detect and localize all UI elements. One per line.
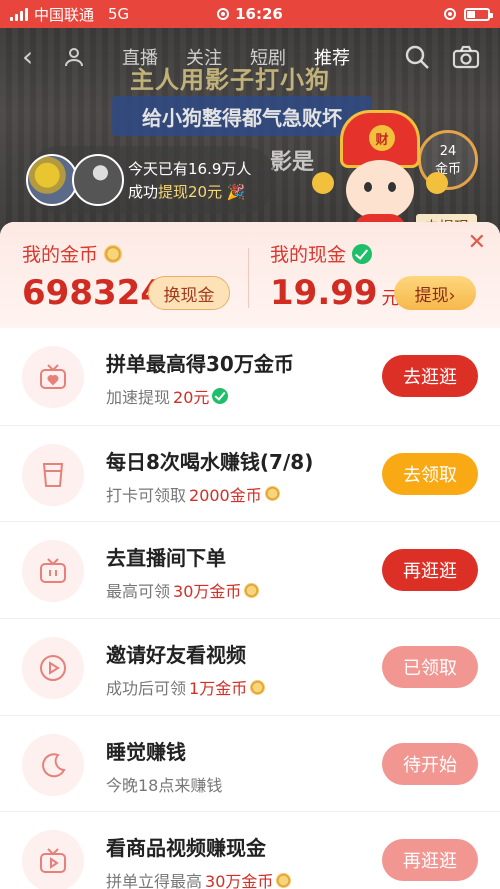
video-title: 主人用影子打小狗 (130, 66, 330, 94)
task-row: 睡觉赚钱今晚18点来赚钱 待开始 (0, 714, 500, 812)
task-action-button[interactable]: 去领取 (382, 452, 478, 495)
task-title: 拼单最高得30万金币 (106, 352, 294, 376)
coin-label: 我的金币 (22, 240, 164, 267)
tv-heart-icon (22, 346, 84, 408)
check-icon (212, 388, 229, 404)
back-icon[interactable]: ‹ (22, 43, 33, 71)
task-row: 去直播间下单最高可领 30万金币 再逛逛 (0, 521, 500, 618)
task-row: 看商品视频赚现金拼单立得最高 30万金币 再逛逛 (0, 811, 500, 889)
avatar (72, 154, 124, 206)
task-title: 睡觉赚钱 (106, 739, 186, 764)
mascot-badge: 财 (369, 125, 395, 151)
mascot-ear (426, 172, 448, 194)
task-subtitle: 成功后可领 1万金币 (106, 675, 266, 699)
search-icon[interactable] (404, 44, 430, 70)
coin-icon (244, 582, 260, 598)
task-list: 拼单最高得30万金币 加速提现 20元 去逛逛每日8次喝水赚钱(7/8) 打卡可领取 20… (0, 328, 500, 889)
cup-icon (22, 443, 84, 506)
status-right (444, 7, 493, 21)
check-icon (352, 243, 373, 264)
mascot-image: 财 (312, 110, 448, 238)
coin-icon (276, 872, 292, 888)
avatar (26, 154, 78, 206)
task-panel: ✕ 我的金币 698324 换现金 我的现金 19.99 元 提现› 拼单最高得3… (0, 222, 500, 889)
task-action-button[interactable]: 再逛逛 (382, 839, 478, 882)
task-subtitle: 打卡可领取 2000金币 (106, 482, 280, 506)
coin-value: 698324 (22, 273, 164, 313)
location-icon (217, 7, 230, 20)
task-row: 邀请好友看视频 成功后可领 1万金币 已领取 (0, 618, 500, 715)
signal-icon (10, 7, 28, 21)
coin-icon (250, 679, 266, 695)
time-label: 16:26 (235, 4, 283, 23)
task-subtitle: 最高可领 30万金币 (106, 578, 260, 602)
bubble-text: 今天已有16.9万人 成功提现20元 🎉 (128, 158, 251, 204)
video-subtitle: 影是 (270, 150, 315, 175)
task-subtitle: 今晚18点来赚钱 (106, 775, 223, 795)
my-coins: 我的金币 698324 (22, 240, 164, 313)
mascot-ear (312, 172, 334, 194)
task-action-button[interactable]: 去逛逛 (382, 355, 478, 397)
wallet-header: ✕ 我的金币 698324 换现金 我的现金 19.99 元 提现› (0, 222, 500, 328)
task-subtitle: 拼单立得最高 30万金币 (106, 868, 292, 889)
battery-icon (464, 7, 493, 21)
bubble-line2: 成功提现20元 🎉 (128, 183, 246, 201)
video-play-icon (22, 830, 84, 889)
task-title: 邀请好友看视频 (106, 643, 246, 668)
coin-icon (104, 244, 123, 263)
my-cash: 我的现金 19.99 元 (270, 240, 400, 313)
network-label: 5G (108, 5, 130, 23)
bubble-line1: 今天已有16.9万人 (128, 160, 252, 178)
withdraw-button[interactable]: 提现› (394, 276, 476, 310)
cash-label: 我的现金 (270, 240, 400, 267)
exchange-cash-button[interactable]: 换现金 (148, 276, 230, 310)
close-icon[interactable]: ✕ (468, 230, 486, 255)
carrier-label: 中国联通 (34, 5, 95, 24)
status-left: 中国联通 5G (10, 4, 129, 25)
status-bar: 中国联通 5G 16:26 (0, 0, 500, 28)
coin-icon (264, 486, 280, 502)
moon-icon (22, 733, 84, 796)
task-title: 去直播间下单 (106, 546, 226, 571)
cash-value: 19.99 元 (270, 273, 400, 313)
task-action-button[interactable]: 已领取 (382, 646, 478, 689)
task-title: 看商品视频赚现金 (106, 836, 266, 861)
task-action-button[interactable]: 待开始 (382, 742, 478, 785)
wallet-divider (248, 248, 249, 308)
mascot-face (346, 160, 414, 220)
task-title: 每日8次喝水赚钱(7/8) (106, 449, 314, 474)
withdraw-notice-bubble: 今天已有16.9万人 成功提现20元 🎉 (26, 146, 276, 214)
task-row: 拼单最高得30万金币 加速提现 20元 去逛逛 (0, 328, 500, 425)
tv-icon (22, 540, 84, 603)
play-icon (22, 637, 84, 700)
task-row: 每日8次喝水赚钱(7/8) 打卡可领取 2000金币 去领取 (0, 424, 500, 522)
task-action-button[interactable]: 再逛逛 (382, 549, 478, 592)
camera-icon[interactable] (452, 45, 480, 69)
lock-rotation-icon (444, 8, 456, 20)
task-subtitle: 加速提现 20元 (106, 384, 229, 408)
user-icon[interactable] (62, 45, 86, 69)
video-background[interactable]: ‹ 直播 关注 短剧 推荐 主人用影子打小狗 给小狗整得都气急败坏 影是 今天已… (0, 28, 500, 238)
